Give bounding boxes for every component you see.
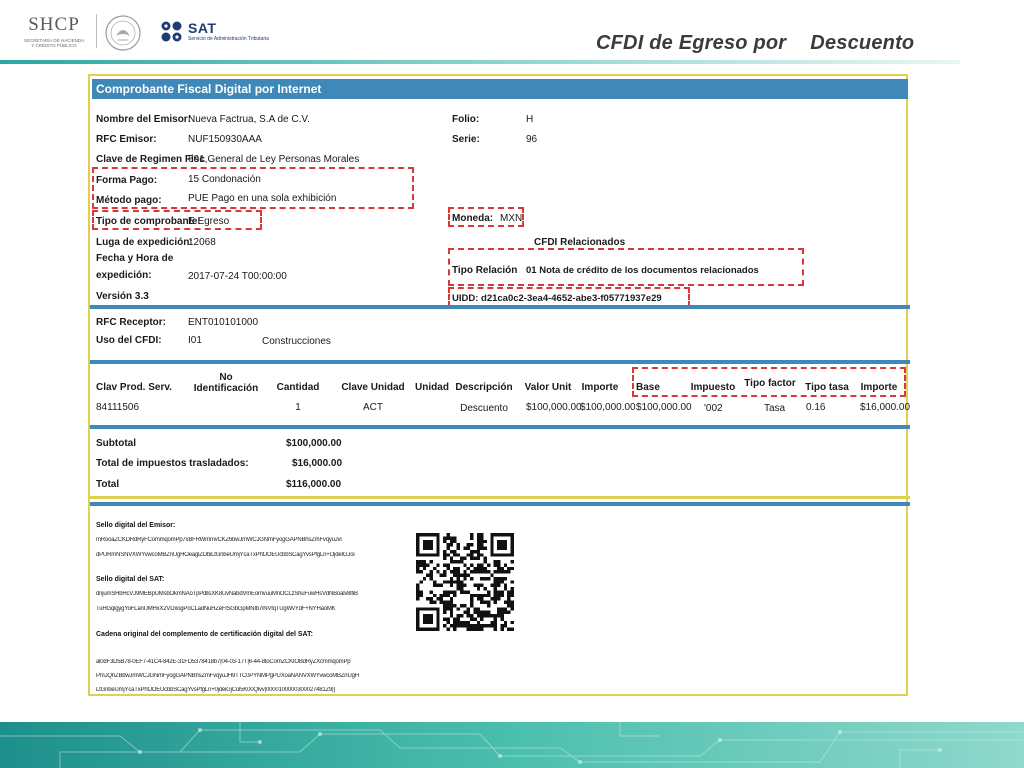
col-valor-unit: Valor Unit — [524, 382, 572, 393]
uso-cfdi-code: I01 — [188, 335, 202, 346]
subtotal-label: Subtotal — [96, 438, 136, 449]
lugar-expedicion-label: Luga de expedición: — [96, 237, 193, 248]
lugar-expedicion-value: 12068 — [188, 237, 216, 248]
cfdi-relacionados-heading: CFDI Relacionados — [534, 237, 626, 248]
row-valor-unit: $100,000.00 — [526, 402, 582, 413]
header-divider-line — [0, 60, 960, 64]
cadena-line-1: al0dF3D5B78-0EF7-41C4-842E-31FD5378418b7… — [96, 659, 351, 665]
highlight-tipo-relacion — [448, 248, 804, 286]
total-label: Total — [96, 479, 120, 490]
row-descripcion: Descuento — [460, 403, 508, 414]
col-importe: Importe — [581, 382, 619, 393]
sello-sat-line-2: TuHGqlgygYoFLanUMHxX2VDxogPoCLadNuHZeFlS… — [96, 606, 336, 612]
highlight-moneda — [448, 207, 524, 227]
section-band-totals — [90, 425, 910, 429]
fecha-label-line1: Fecha y Hora de — [96, 253, 174, 264]
col-cantidad: Cantidad — [276, 382, 320, 393]
col-clave-prod: Clav Prod. Serv. — [96, 382, 172, 393]
logo-divider — [96, 14, 97, 48]
col-no-ident: No Identificación — [193, 372, 259, 394]
highlight-uuid — [448, 287, 690, 307]
receptor-rfc-value: ENT010101000 — [188, 317, 259, 328]
cadena-original-label: Cadena original del complemento de certi… — [96, 631, 313, 638]
row-cantidad: 1 — [295, 402, 301, 413]
emisor-rfc-value: NUF150930AAA — [188, 134, 262, 145]
receptor-rfc-label: RFC Receptor: — [96, 317, 167, 328]
fecha-label-line2: expedición: — [96, 270, 152, 281]
row-tipo-factor: Tasa — [764, 403, 786, 414]
highlight-forma-metodo — [92, 167, 414, 209]
cadena-line-3: LtGnbeUmjYcaTxPhtJOEUcbbSCagYvsPfgLn+0jd… — [96, 687, 335, 693]
section-band-concepts — [90, 360, 910, 364]
section-band-yellow — [90, 496, 910, 499]
sello-sat-label: Sello digital del SAT: — [96, 576, 165, 583]
national-seal-icon — [105, 15, 141, 51]
row-importe-impuesto: $16,000.00 — [860, 402, 911, 413]
footer-circuit-band — [0, 722, 1024, 768]
sello-sat-line-1: dnjumSHbHcVJ9MEBpUMsbOkmNAoTpPdllsXK8UvN… — [96, 591, 358, 597]
shcp-logo-text: SHCP — [28, 14, 80, 35]
row-clave-unidad: ACT — [363, 402, 383, 413]
sello-emisor-line-2: dPURrnNSNVXWYvwcoMBZnUgHOeaglZDbiLtGnbeU… — [96, 552, 355, 558]
highlight-tax-columns — [632, 367, 906, 397]
serie-label: Serie: — [452, 134, 480, 145]
uso-cfdi-description: Construcciones — [262, 336, 331, 347]
row-tipo-tasa: 0.16 — [806, 402, 826, 413]
col-descripcion: Descripción — [455, 382, 513, 393]
sello-emisor-label: Sello digital del Emisor: — [96, 522, 176, 529]
qr-code-image — [416, 533, 514, 631]
sat-logo-subtitle: Servicio de Administración Tributaria — [188, 36, 269, 42]
row-base: $100,000.00 — [636, 402, 692, 413]
slide-title: CFDI de Egreso por Descuento — [596, 32, 914, 55]
subtotal-value: $100,000.00 — [286, 438, 342, 449]
uso-cfdi-label: Uso del CFDI: — [96, 335, 162, 346]
section-band-signatures — [90, 502, 910, 506]
document-heading: Comprobante Fiscal Digital por Internet — [96, 82, 322, 96]
section-band-receptor — [90, 305, 910, 309]
version-label: Versión 3.3 — [96, 291, 149, 302]
row-clave-prod: 84111506 — [96, 402, 140, 413]
document-heading-bar: Comprobante Fiscal Digital por Internet — [92, 79, 908, 99]
cfdi-document: Comprobante Fiscal Digital por Internet … — [88, 74, 911, 696]
emisor-name-value: Nueva Factrua, S.A de C.V. — [188, 114, 310, 125]
slide-title-part-1: CFDI de Egreso por — [596, 32, 787, 54]
serie-value: 96 — [526, 134, 538, 145]
folio-label: Folio: — [452, 114, 480, 125]
cadena-line-2: PmJQhZBbwJmWCJGNmFyogGAPNBhsZmFvqyuJH9TT… — [96, 673, 359, 679]
slide-title-part-2: Descuento — [810, 32, 915, 54]
sello-emisor-line-1: mRooaZCKDRdRyFCommqomPp7xBFRWmmvCKZ6bwJm… — [96, 537, 342, 543]
fecha-value: 2017-07-24 T00:00:00 — [188, 271, 287, 282]
col-unidad: Unidad — [415, 382, 449, 393]
emisor-rfc-label: RFC Emisor: — [96, 134, 157, 145]
impuestos-value: $16,000.00 — [292, 458, 343, 469]
sat-logo-icon — [161, 21, 182, 42]
row-importe: $100,000.00 — [580, 402, 636, 413]
highlight-tipo-comprobante — [92, 210, 262, 230]
impuestos-label: Total de impuestos trasladados: — [96, 458, 249, 469]
folio-value: H — [526, 114, 534, 125]
sat-logo-text: SAT — [188, 20, 217, 36]
shcp-logo-subtitle: SECRETARÍA DE HACIENDA Y CRÉDITO PÚBLICO — [23, 38, 85, 48]
emisor-name-label: Nombre del Emisor: — [96, 114, 192, 125]
col-clave-unidad: Clave Unidad — [341, 382, 405, 393]
regimen-value: 601,General de Ley Personas Morales — [188, 154, 360, 165]
row-impuesto: '002 — [704, 403, 723, 414]
total-value: $116,000.00 — [286, 479, 342, 490]
